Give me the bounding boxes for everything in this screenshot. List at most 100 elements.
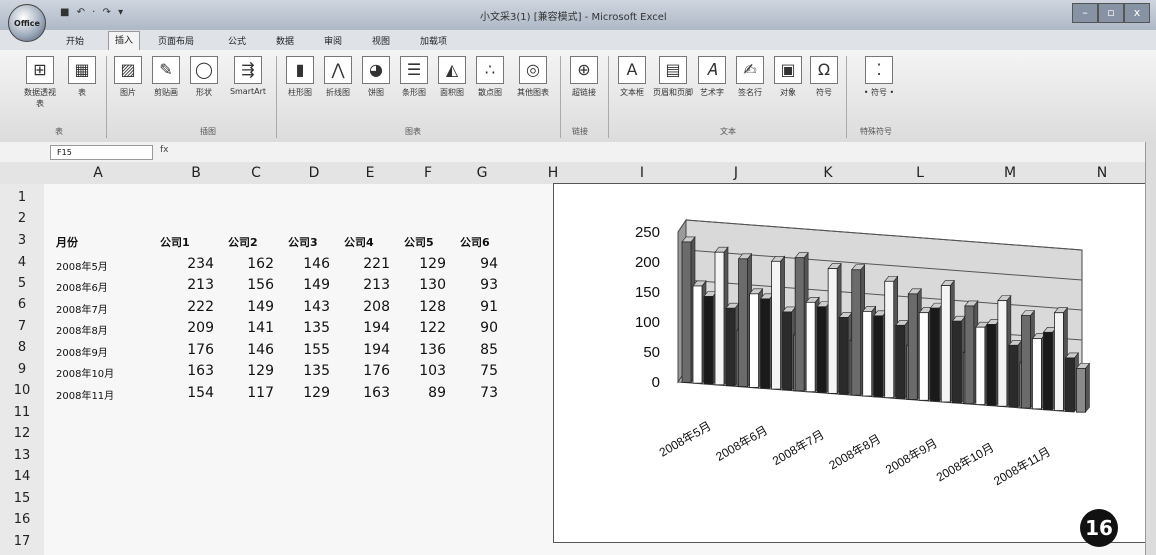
tab-review[interactable]: 审阅	[318, 33, 348, 48]
row-header[interactable]: 1	[0, 190, 44, 205]
value-cell[interactable]: 155	[290, 342, 330, 358]
value-cell[interactable]: 129	[234, 363, 274, 379]
column-chart-button[interactable]: ▮ 柱形图	[282, 56, 318, 118]
value-cell[interactable]: 209	[174, 320, 214, 336]
value-cell[interactable]: 85	[458, 342, 498, 358]
value-cell[interactable]: 146	[234, 342, 274, 358]
month-cell[interactable]: 2008年5月	[56, 258, 108, 273]
pie-chart-button[interactable]: ◕ 饼图	[358, 56, 394, 118]
value-cell[interactable]: 135	[290, 363, 330, 379]
tab-home[interactable]: 开始	[60, 33, 90, 48]
month-cell[interactable]: 2008年8月	[56, 322, 108, 337]
value-cell[interactable]: 130	[406, 277, 446, 293]
row-header[interactable]: 15	[0, 491, 44, 506]
column-header[interactable]: M	[1000, 165, 1020, 181]
value-cell[interactable]: 213	[174, 277, 214, 293]
tab-view[interactable]: 视图	[366, 33, 396, 48]
header-footer-button[interactable]: ▤ 页眉和页脚	[652, 56, 694, 118]
quick-access-toolbar[interactable]: ■ ↶ · ↷ ▾	[60, 7, 125, 18]
month-cell[interactable]: 2008年7月	[56, 301, 108, 316]
wordart-button[interactable]: 𝐴 艺术字	[694, 56, 730, 118]
row-header[interactable]: 3	[0, 233, 44, 248]
header-cell-company[interactable]: 公司2	[228, 234, 258, 250]
text-box-button[interactable]: A 文本框	[614, 56, 650, 118]
header-cell-company[interactable]: 公司6	[460, 234, 490, 250]
column-header[interactable]: K	[818, 165, 838, 181]
scatter-chart-button[interactable]: ∴ 散点图	[472, 56, 508, 118]
value-cell[interactable]: 136	[406, 342, 446, 358]
shapes-button[interactable]: ◯ 形状	[186, 56, 222, 118]
object-button[interactable]: ▣ 对象	[770, 56, 806, 118]
month-cell[interactable]: 2008年11月	[56, 387, 114, 402]
value-cell[interactable]: 156	[234, 277, 274, 293]
value-cell[interactable]: 129	[406, 256, 446, 272]
header-cell-month[interactable]: 月份	[56, 234, 78, 250]
value-cell[interactable]: 146	[290, 256, 330, 272]
tab-page-layout[interactable]: 页面布局	[152, 33, 200, 48]
value-cell[interactable]: 163	[350, 385, 390, 401]
row-header[interactable]: 13	[0, 448, 44, 463]
value-cell[interactable]: 90	[458, 320, 498, 336]
smartart-button[interactable]: ⇶ SmartArt	[226, 56, 270, 118]
value-cell[interactable]: 103	[406, 363, 446, 379]
clip-art-button[interactable]: ✎ 剪贴画	[148, 56, 184, 118]
value-cell[interactable]: 143	[290, 299, 330, 315]
row-header[interactable]: 7	[0, 319, 44, 334]
value-cell[interactable]: 89	[406, 385, 446, 401]
row-header[interactable]: 8	[0, 340, 44, 355]
value-cell[interactable]: 176	[174, 342, 214, 358]
row-header[interactable]: 10	[0, 383, 44, 398]
vertical-scrollbar[interactable]	[1145, 142, 1156, 555]
minimize-button[interactable]: –	[1072, 3, 1098, 23]
month-cell[interactable]: 2008年9月	[56, 344, 108, 359]
value-cell[interactable]: 128	[406, 299, 446, 315]
value-cell[interactable]: 141	[234, 320, 274, 336]
value-cell[interactable]: 135	[290, 320, 330, 336]
value-cell[interactable]: 154	[174, 385, 214, 401]
header-cell-company[interactable]: 公司3	[288, 234, 318, 250]
value-cell[interactable]: 213	[350, 277, 390, 293]
column-header[interactable]: C	[246, 165, 266, 181]
value-cell[interactable]: 93	[458, 277, 498, 293]
tab-data[interactable]: 数据	[270, 33, 300, 48]
value-cell[interactable]: 221	[350, 256, 390, 272]
value-cell[interactable]: 91	[458, 299, 498, 315]
value-cell[interactable]: 73	[458, 385, 498, 401]
area-chart-button[interactable]: ◭ 面积图	[434, 56, 470, 118]
value-cell[interactable]: 163	[174, 363, 214, 379]
close-button[interactable]: x	[1124, 3, 1150, 23]
row-header[interactable]: 2	[0, 211, 44, 226]
office-button[interactable]: Office	[8, 4, 46, 42]
column-header[interactable]: L	[910, 165, 930, 181]
column-header[interactable]: A	[88, 165, 108, 181]
value-cell[interactable]: 117	[234, 385, 274, 401]
fx-icon[interactable]: fx	[160, 145, 220, 158]
tab-formulas[interactable]: 公式	[222, 33, 252, 48]
value-cell[interactable]: 194	[350, 320, 390, 336]
row-header[interactable]: 4	[0, 255, 44, 270]
header-cell-company[interactable]: 公司5	[404, 234, 434, 250]
value-cell[interactable]: 149	[290, 277, 330, 293]
column-header[interactable]: B	[186, 165, 206, 181]
header-cell-company[interactable]: 公司4	[344, 234, 374, 250]
column-header[interactable]: H	[543, 165, 563, 181]
row-header[interactable]: 12	[0, 426, 44, 441]
column-header[interactable]: I	[632, 165, 652, 181]
month-cell[interactable]: 2008年6月	[56, 279, 108, 294]
tab-addins[interactable]: 加载项	[414, 33, 453, 48]
other-charts-button[interactable]: ◎ 其他图表	[512, 56, 554, 118]
value-cell[interactable]: 222	[174, 299, 214, 315]
value-cell[interactable]: 234	[174, 256, 214, 272]
column-header[interactable]: F	[418, 165, 438, 181]
value-cell[interactable]: 176	[350, 363, 390, 379]
column-header[interactable]: E	[360, 165, 380, 181]
value-cell[interactable]: 75	[458, 363, 498, 379]
tab-insert[interactable]: 插入	[108, 31, 141, 51]
value-cell[interactable]: 194	[350, 342, 390, 358]
embedded-chart[interactable]: 250 200 150 100 50 0 2008年5月 2008年6月 2008年7月 2008…	[553, 183, 1147, 543]
value-cell[interactable]: 208	[350, 299, 390, 315]
name-box[interactable]: F15	[50, 145, 153, 160]
value-cell[interactable]: 94	[458, 256, 498, 272]
hyperlink-button[interactable]: ⊕ 超链接	[566, 56, 602, 118]
maximize-button[interactable]: ▫	[1098, 3, 1124, 23]
